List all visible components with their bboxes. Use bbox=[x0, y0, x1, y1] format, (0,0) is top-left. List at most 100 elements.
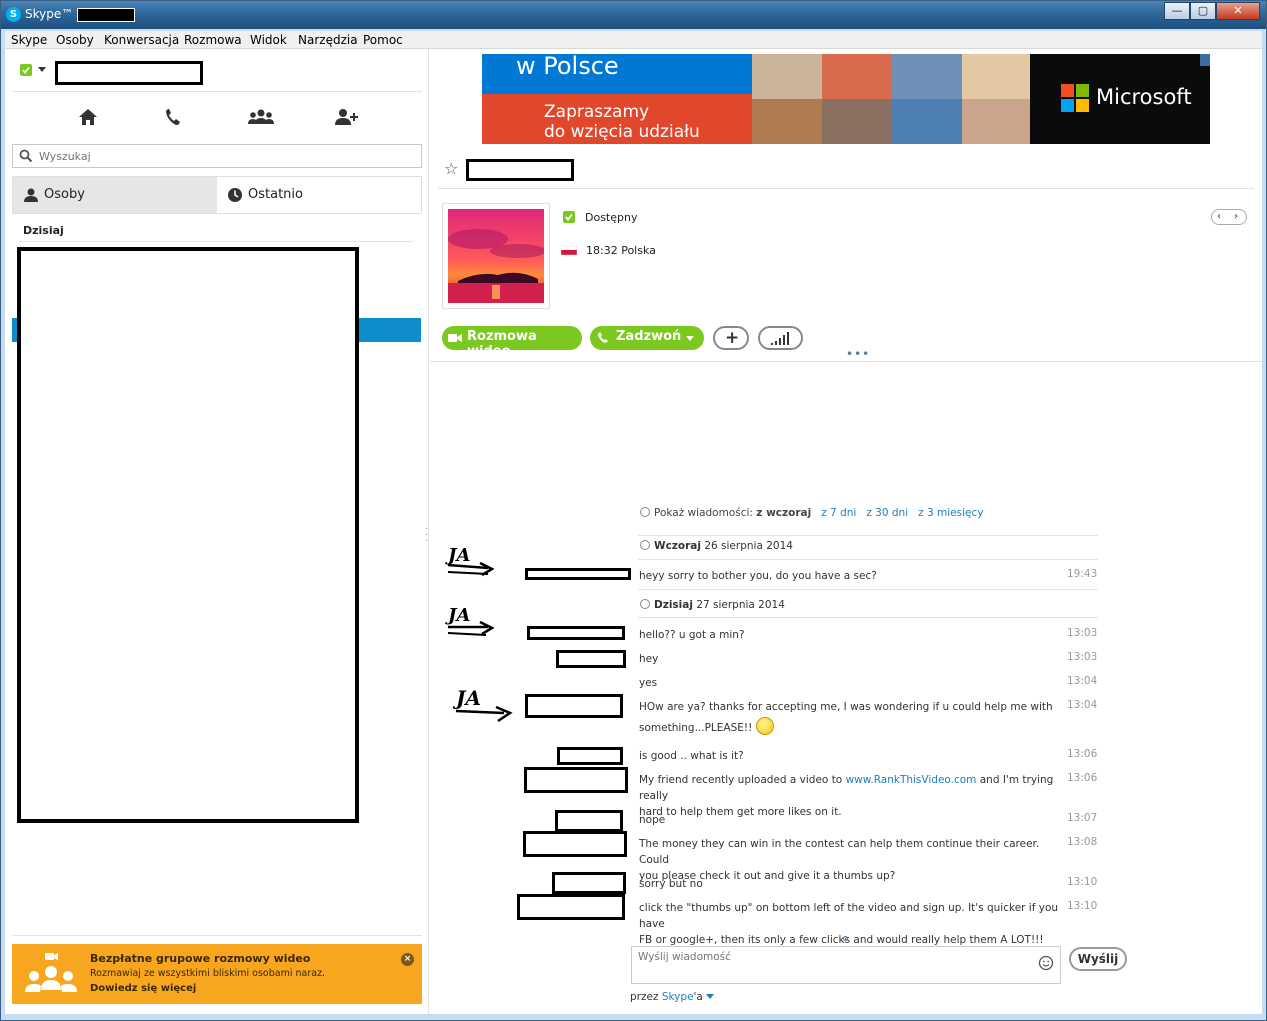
group-video-icon bbox=[25, 953, 77, 992]
menu-narzedzia[interactable]: Narzędzia bbox=[298, 33, 358, 47]
contact-tabs: Osoby Ostatnio bbox=[12, 176, 422, 214]
chevron-down-icon[interactable] bbox=[705, 994, 714, 999]
divider bbox=[638, 559, 1098, 560]
scroll-indicator[interactable] bbox=[843, 936, 848, 941]
local-time: 18:32 Polska bbox=[586, 244, 656, 257]
via-skype-link[interactable]: Skype bbox=[662, 991, 694, 1003]
message-time: 13:06 bbox=[1067, 748, 1098, 760]
promo-title: Bezpłatne grupowe rozmowy wideo bbox=[90, 952, 311, 965]
redacted-sender bbox=[517, 894, 625, 920]
ad-info-icon[interactable] bbox=[1200, 54, 1210, 66]
redacted-sender bbox=[552, 872, 626, 894]
chevron-left-icon[interactable]: ‹ bbox=[1217, 211, 1221, 222]
group-icon[interactable] bbox=[247, 107, 275, 127]
add-contact-icon[interactable] bbox=[334, 107, 360, 127]
video-call-button[interactable]: Rozmowa wideo bbox=[442, 326, 582, 359]
chevron-right-icon[interactable]: › bbox=[1234, 211, 1238, 222]
message-link[interactable]: www.RankThisVideo.com bbox=[846, 774, 977, 786]
search-input[interactable] bbox=[39, 148, 409, 164]
ad-brand: Microsoft bbox=[1096, 85, 1192, 109]
menu-skype[interactable]: Skype bbox=[11, 33, 47, 47]
plus-icon: + bbox=[725, 328, 740, 348]
redacted-sender bbox=[555, 810, 623, 832]
message-text: hello?? u got a min? bbox=[639, 629, 745, 641]
history-option-7-days[interactable]: z 7 dni bbox=[821, 507, 856, 519]
poland-flag-icon bbox=[561, 245, 577, 255]
menu-pomoc[interactable]: Pomoc bbox=[363, 33, 403, 47]
window-controls: — ▢ ✕ bbox=[1164, 2, 1260, 20]
microsoft-logo-icon bbox=[1061, 84, 1089, 112]
call-dropdown-icon[interactable] bbox=[686, 336, 694, 341]
promo-close-icon[interactable]: × bbox=[401, 953, 414, 966]
message-input[interactable] bbox=[638, 951, 1028, 979]
send-button[interactable]: Wyślij bbox=[1069, 947, 1127, 971]
history-option-yesterday[interactable]: z wczoraj bbox=[756, 507, 811, 519]
presence-available-icon bbox=[563, 211, 575, 223]
emoticon-icon[interactable] bbox=[1038, 955, 1054, 971]
ad-photo-collage bbox=[752, 54, 1030, 144]
ad-brand-panel: Microsoft bbox=[1030, 54, 1210, 144]
message-text: hey bbox=[639, 653, 659, 665]
message-text: HOw are ya? thanks for accepting me, I w… bbox=[639, 699, 1059, 741]
advert-banner[interactable]: w Polsce Zapraszamy do wzięcia udziału M… bbox=[482, 52, 1210, 144]
via-prefix: przez bbox=[630, 991, 662, 1003]
redacted-sender bbox=[525, 694, 623, 718]
via-suffix: 'a bbox=[693, 991, 703, 1003]
menu-widok[interactable]: Widok bbox=[250, 33, 287, 47]
message-time: 13:10 bbox=[1067, 900, 1098, 912]
message-time: 13:07 bbox=[1067, 812, 1098, 824]
video-call-label: Rozmowa wideo bbox=[467, 329, 537, 359]
tab-osoby[interactable]: Osoby bbox=[13, 177, 217, 213]
message-time: 13:04 bbox=[1067, 699, 1098, 711]
ad-subline: Zapraszamy do wzięcia udziału bbox=[544, 102, 700, 142]
add-to-call-button[interactable]: + bbox=[713, 326, 749, 350]
promo-text: Rozmawiaj ze wszystkimi bliskimi osobami… bbox=[90, 968, 326, 979]
day-label: Wczoraj bbox=[654, 540, 701, 552]
tab-ostatnio[interactable]: Ostatnio bbox=[217, 177, 421, 213]
home-icon[interactable] bbox=[77, 107, 99, 127]
divider bbox=[638, 535, 1098, 536]
status-available-icon[interactable] bbox=[19, 63, 33, 77]
redacted-sender bbox=[557, 747, 623, 765]
history-option-30-days[interactable]: z 30 dni bbox=[866, 507, 908, 519]
presence-text: Dostępny bbox=[585, 211, 638, 224]
maximize-button[interactable]: ▢ bbox=[1190, 2, 1216, 20]
message-text: nope bbox=[639, 814, 666, 826]
favorite-star-icon[interactable]: ☆ bbox=[444, 159, 458, 178]
right-pane: w Polsce Zapraszamy do wzięcia udziału M… bbox=[430, 49, 1262, 1014]
skype-window: S Skype™ - — ▢ ✕ Skype Osoby Konwersacja… bbox=[0, 0, 1267, 1021]
redacted-contact-name bbox=[466, 159, 574, 181]
call-quality-button[interactable] bbox=[758, 326, 803, 350]
group-video-promo[interactable]: Bezpłatne grupowe rozmowy wideo Rozmawia… bbox=[12, 944, 422, 1004]
expand-handle[interactable]: ••• bbox=[846, 347, 870, 361]
profile-nav-arrows[interactable]: ‹ › bbox=[1211, 209, 1247, 225]
call-button[interactable]: Zadzwoń bbox=[590, 326, 704, 350]
redacted-sender bbox=[556, 650, 626, 668]
history-option-3-months[interactable]: z 3 miesięcy bbox=[918, 507, 983, 519]
status-dropdown-icon[interactable] bbox=[38, 67, 46, 72]
minimize-button[interactable]: — bbox=[1164, 2, 1190, 20]
day-date: 26 sierpnia 2014 bbox=[704, 540, 793, 552]
skype-logo-icon: S bbox=[6, 7, 21, 22]
divider bbox=[438, 188, 1254, 189]
menu-rozmowa[interactable]: Rozmowa bbox=[184, 33, 242, 47]
message-time: 13:08 bbox=[1067, 836, 1098, 848]
menu-osoby[interactable]: Osoby bbox=[56, 33, 94, 47]
pane-splitter-handle[interactable]: · · · bbox=[425, 525, 429, 547]
message-line: click the "thumbs up" on bottom left of … bbox=[639, 902, 1059, 930]
day-date: 27 sierpnia 2014 bbox=[696, 599, 785, 611]
annotation-text: JA bbox=[452, 686, 481, 710]
redacted-contact-list bbox=[17, 247, 359, 823]
close-button[interactable]: ✕ bbox=[1216, 2, 1260, 20]
promo-link[interactable]: Dowiedz się więcej bbox=[90, 983, 196, 994]
title-bar[interactable]: S Skype™ - — ▢ ✕ bbox=[1, 1, 1266, 29]
message-text: heyy sorry to bother you, do you have a … bbox=[639, 570, 877, 582]
contact-avatar[interactable] bbox=[442, 203, 550, 309]
tab-osoby-label: Osoby bbox=[44, 187, 85, 202]
phone-icon bbox=[598, 332, 608, 343]
phone-icon[interactable] bbox=[163, 107, 185, 127]
menu-konwersacja[interactable]: Konwersacja bbox=[104, 33, 179, 47]
section-today-heading: Dzisiaj bbox=[23, 224, 64, 237]
handwritten-annotation: JA bbox=[445, 545, 495, 577]
divider bbox=[12, 935, 422, 936]
